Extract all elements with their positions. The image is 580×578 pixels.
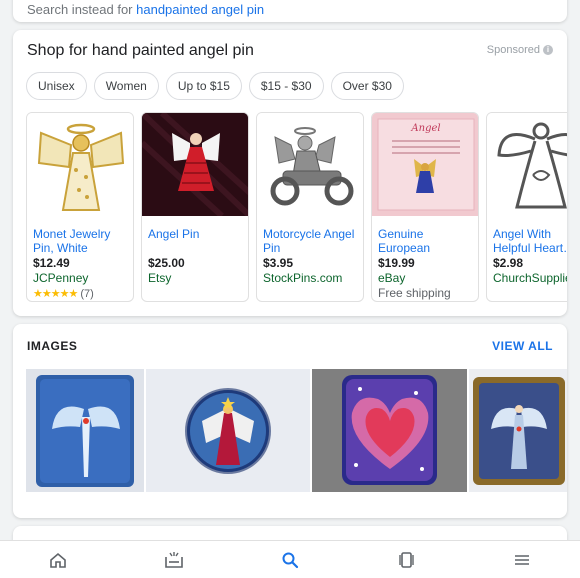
nav-home-button[interactable] (38, 545, 78, 575)
updates-icon (165, 551, 183, 568)
product-rating: ★★★★★ (7) (33, 286, 127, 301)
product-price: $2.98 (493, 256, 524, 270)
product-image-crystal-angel-card: Angel (372, 113, 478, 216)
filter-chip-15-30[interactable]: $15 - $30 (248, 72, 324, 100)
product-image-angel-outline (487, 113, 567, 216)
filter-chip-unisex[interactable]: Unisex (26, 72, 87, 100)
review-count: (7) (80, 288, 94, 300)
product-carousel: Monet Jewelry Pin, White (One… $12.49 JC… (26, 112, 567, 302)
product-price: $12.49 (33, 256, 70, 270)
sponsored-text: Sponsored (486, 44, 540, 56)
product-price: $25.00 (148, 256, 185, 270)
product-image-motorcycle-angel (257, 113, 363, 216)
filter-chip-over-30[interactable]: Over $30 (330, 72, 404, 100)
image-strip (26, 369, 567, 492)
nav-menu-button[interactable] (502, 545, 542, 575)
home-icon (50, 552, 66, 568)
nav-search-button[interactable] (270, 545, 310, 575)
product-price: $19.99 (378, 256, 415, 270)
image-result-heart-tile[interactable] (312, 369, 467, 492)
product-price: $3.95 (263, 256, 294, 270)
image-result-blue-angel-tile[interactable] (26, 369, 144, 492)
product-store: Etsy (148, 271, 172, 285)
sponsored-label[interactable]: Sponsored i (487, 44, 553, 56)
svg-text:Angel: Angel (410, 123, 440, 134)
product-card[interactable]: Monet Jewelry Pin, White (One… $12.49 JC… (26, 112, 134, 302)
product-store: JCPenney (33, 271, 89, 285)
shipping-info: Free shipping (378, 286, 451, 300)
search-instead-prefix: Search instead for (27, 2, 137, 17)
product-name: Angel Pin (148, 227, 200, 241)
search-instead-link[interactable]: handpainted angel pin (136, 2, 264, 17)
image-result-angel-wood-tile[interactable] (469, 369, 567, 492)
product-name: Monet Jewelry Pin, White (One… (33, 227, 111, 255)
product-name: Angel With Helpful Heart… (493, 227, 567, 255)
image-result-round-red-angel[interactable] (146, 369, 310, 492)
did-you-mean-card: Search instead for handpainted angel pin (13, 0, 567, 22)
product-card[interactable]: Angel With Helpful Heart… $2.98 ChurchSu… (486, 112, 567, 302)
star-rating-icon: ★★★★★ (33, 288, 78, 300)
filter-chip-women[interactable]: Women (93, 72, 159, 100)
info-icon[interactable]: i (543, 45, 553, 55)
product-store: StockPins.com (263, 271, 343, 285)
view-all-link[interactable]: VIEW ALL (492, 339, 553, 353)
product-image-angel-pin-gold (27, 113, 133, 216)
bottom-navigation (0, 540, 580, 578)
nav-updates-button[interactable] (154, 545, 194, 575)
search-icon (282, 552, 299, 568)
product-card[interactable]: Angel Pin $25.00 Etsy (141, 112, 249, 302)
product-store: ChurchSupplier.c (493, 271, 567, 285)
product-card[interactable]: Angel Genuine European Crysta… $19.99 eB… (371, 112, 479, 302)
nav-tabs-button[interactable] (386, 545, 426, 575)
product-image-angel-pin-red (142, 113, 248, 216)
shopping-title: Shop for hand painted angel pin (27, 42, 254, 59)
menu-icon (515, 554, 529, 565)
images-section-title: IMAGES (27, 339, 78, 353)
product-name: Motorcycle Angel Pin (263, 227, 355, 255)
product-store: eBay (378, 271, 406, 285)
filter-chip-up-to-15[interactable]: Up to $15 (165, 72, 242, 100)
search-instead-line: Search instead for handpainted angel pin (27, 2, 264, 17)
tabs-icon (399, 551, 414, 568)
filter-chips: Unisex Women Up to $15 $15 - $30 Over $3… (26, 72, 404, 100)
images-card: IMAGES VIEW ALL (13, 324, 567, 518)
shopping-card: Shop for hand painted angel pin Sponsore… (13, 30, 567, 316)
product-card[interactable]: Motorcycle Angel Pin $3.95 StockPins.com (256, 112, 364, 302)
product-name: Genuine European Crysta… (378, 227, 431, 255)
